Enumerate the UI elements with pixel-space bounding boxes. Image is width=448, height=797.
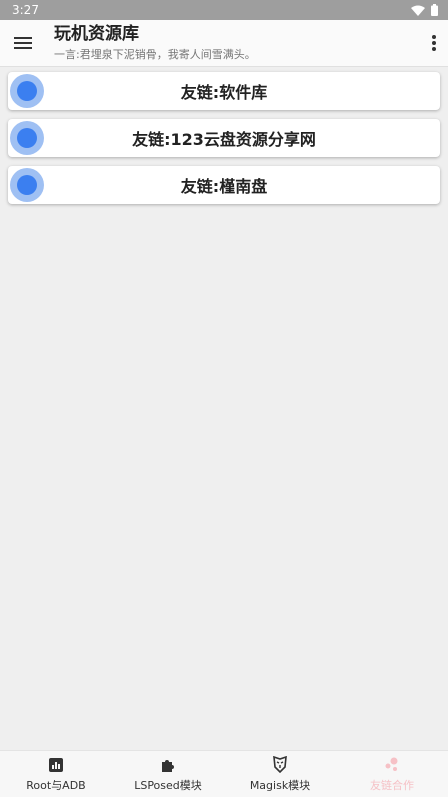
status-bar: 3:27: [0, 0, 448, 20]
puzzle-icon: [162, 759, 174, 772]
nav-label: Magisk模块: [249, 778, 311, 792]
wifi-icon: [411, 5, 425, 16]
title-block: 玩机资源库 一言:君埋泉下泥销骨，我寄人间雪满头。: [54, 23, 256, 63]
card-label: 友链:软件库: [180, 83, 268, 102]
bubbles-icon: [385, 757, 398, 771]
nav-item-lsposed[interactable]: LSPosed模块: [112, 751, 224, 797]
chart-icon: [49, 757, 63, 772]
status-icons: [411, 4, 438, 16]
hamburger-menu-icon: [14, 37, 32, 49]
card-label: 友链:槿南盘: [180, 177, 268, 196]
bottom-navigation: Root与ADB LSPosed模块 Magisk模块 友链合作: [0, 750, 448, 797]
page-title: 玩机资源库: [54, 24, 139, 44]
nav-label: LSPosed模块: [134, 778, 202, 792]
menu-button[interactable]: [10, 31, 36, 55]
nav-item-magisk[interactable]: Magisk模块: [224, 751, 336, 797]
link-card-jinnan-pan[interactable]: 友链:槿南盘: [8, 166, 440, 204]
card-label: 友链:123云盘资源分享网: [132, 130, 316, 149]
more-options-button[interactable]: [426, 31, 442, 55]
mask-icon: [273, 756, 287, 773]
link-card-software-library[interactable]: 友链:软件库: [8, 72, 440, 110]
page-subtitle: 一言:君埋泉下泥销骨，我寄人间雪满头。: [54, 48, 256, 61]
nav-item-friend-links[interactable]: 友链合作: [336, 751, 448, 797]
status-time: 3:27: [12, 3, 39, 17]
app-bar: 玩机资源库 一言:君埋泉下泥销骨，我寄人间雪满头。: [0, 20, 448, 67]
nav-label: Root与ADB: [26, 778, 86, 792]
more-vert-icon: [432, 35, 436, 51]
battery-icon: [431, 4, 438, 16]
nav-label: 友链合作: [370, 778, 414, 792]
nav-item-root-adb[interactable]: Root与ADB: [0, 751, 112, 797]
link-card-123-cloud[interactable]: 友链:123云盘资源分享网: [8, 119, 440, 157]
